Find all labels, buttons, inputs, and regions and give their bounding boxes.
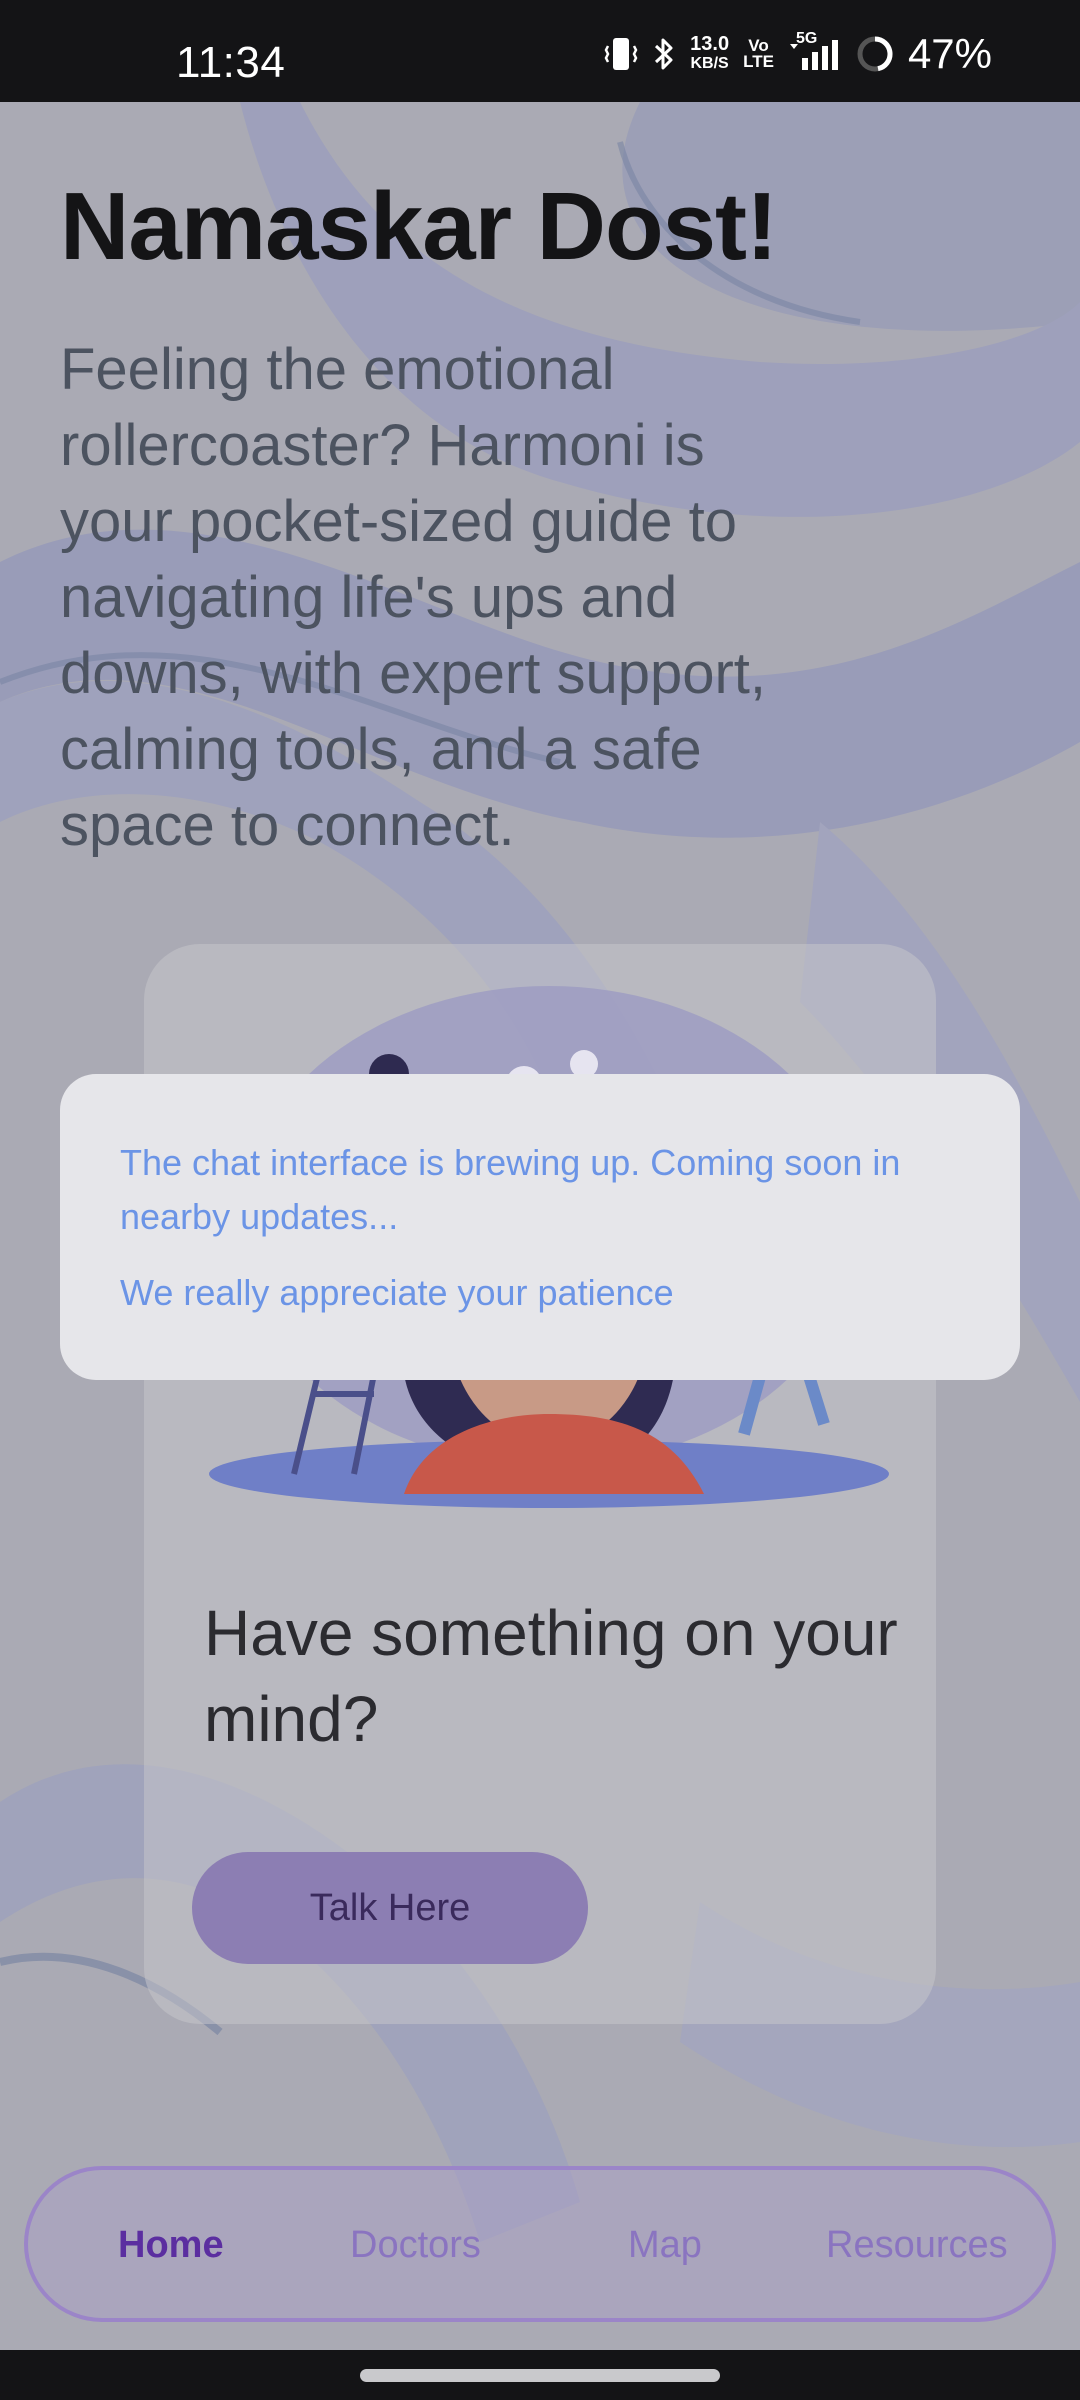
network-speed: 13.0 KB/S <box>690 33 730 73</box>
nav-map[interactable]: Map <box>628 2224 702 2267</box>
greeting-title: Namaskar Dost! <box>60 173 778 280</box>
volte-indicator: Vo LTE <box>743 37 774 71</box>
vibrate-icon <box>604 34 638 74</box>
signal-icon: 5G <box>788 30 842 74</box>
talk-here-button[interactable]: Talk Here <box>192 1852 588 1964</box>
nav-doctors[interactable]: Doctors <box>350 2224 481 2267</box>
network-type: 5G <box>795 30 818 47</box>
status-time: 11:34 <box>176 38 286 87</box>
net-speed-value: 13.0 <box>690 33 730 55</box>
status-icons: 13.0 KB/S Vo LTE 5G 47% <box>604 30 992 78</box>
card-question: Have something on your mind? <box>204 1597 898 1755</box>
intro-text: Feeling the emotional rollercoaster? Har… <box>60 337 767 858</box>
battery-percent: 47% <box>907 30 992 77</box>
app-screen: Namaskar Dost! Feeling the emotional rol… <box>0 102 1080 2350</box>
status-bar: 11:34 13.0 KB/S Vo LTE 5G 47% <box>0 0 1080 102</box>
nav-resources[interactable]: Resources <box>826 2224 1008 2267</box>
battery-ring-icon <box>856 35 894 73</box>
net-speed-unit: KB/S <box>690 55 729 72</box>
home-gesture-handle[interactable] <box>360 2369 720 2382</box>
bottom-navigation: Home Doctors Map Resources <box>24 2166 1056 2322</box>
dialog-message: The chat interface is brewing up. Coming… <box>120 1142 901 1237</box>
dialog-thanks: We really appreciate your patience <box>120 1272 674 1313</box>
coming-soon-dialog: The chat interface is brewing up. Coming… <box>60 1074 1020 1380</box>
volte-bottom: LTE <box>743 52 774 71</box>
nav-home[interactable]: Home <box>118 2224 224 2267</box>
bluetooth-icon <box>652 34 676 74</box>
